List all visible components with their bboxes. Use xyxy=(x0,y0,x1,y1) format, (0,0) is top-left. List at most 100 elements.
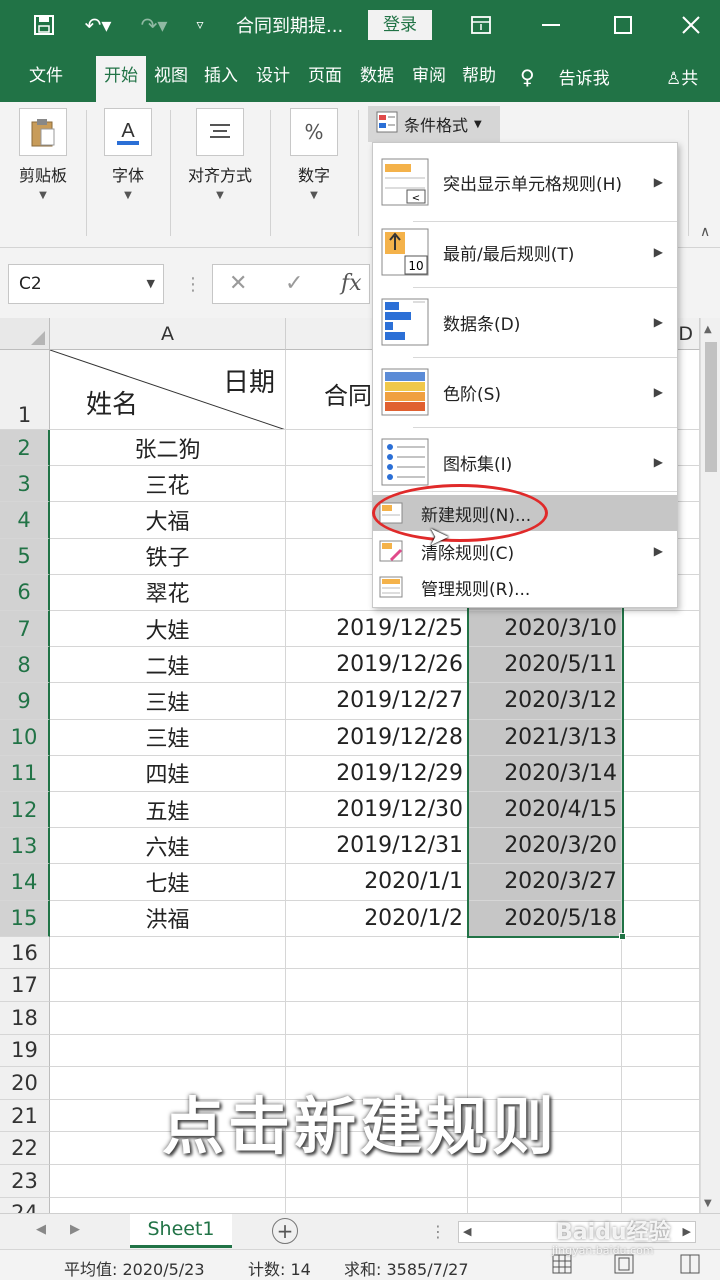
empty-cell[interactable] xyxy=(468,969,622,1002)
tab-page-layout[interactable]: 页面 xyxy=(302,62,348,102)
next-sheet-icon[interactable]: ▶ xyxy=(70,1222,80,1237)
empty-cell[interactable] xyxy=(622,1002,700,1035)
empty-cell[interactable] xyxy=(622,755,700,792)
name-cell[interactable]: 三花 xyxy=(50,466,286,503)
start-date-cell[interactable]: 2019/12/28 xyxy=(286,719,468,756)
tab-review[interactable]: 审阅 xyxy=(406,62,452,102)
empty-cell[interactable] xyxy=(622,647,700,684)
name-cell[interactable]: 张二狗 xyxy=(50,430,286,467)
row-header[interactable]: 24 xyxy=(0,1197,50,1213)
empty-cell[interactable] xyxy=(468,1034,622,1068)
empty-cell[interactable] xyxy=(622,1197,700,1213)
redo-icon[interactable]: ↷▾ xyxy=(132,10,176,40)
empty-cell[interactable] xyxy=(50,1197,286,1213)
end-date-cell[interactable]: 2020/3/10 xyxy=(468,611,622,648)
empty-cell[interactable] xyxy=(622,969,700,1002)
share-button[interactable]: ♙共 xyxy=(666,64,698,89)
fx-icon[interactable]: fx xyxy=(341,265,362,301)
start-date-cell[interactable]: 2019/12/27 xyxy=(286,683,468,720)
menu-item-data-bars[interactable]: 数据条(D) ▶ xyxy=(373,287,677,357)
tab-design[interactable]: 设计 xyxy=(250,62,296,102)
start-date-cell[interactable]: 2020/1/2 xyxy=(286,900,468,937)
name-cell[interactable]: 五娃 xyxy=(50,792,286,829)
empty-cell[interactable] xyxy=(622,936,700,970)
row-header[interactable]: 9 xyxy=(0,683,50,720)
name-cell[interactable]: 六娃 xyxy=(50,828,286,865)
row-header[interactable]: 10 xyxy=(0,719,50,756)
normal-view-icon[interactable] xyxy=(552,1254,572,1278)
collapse-ribbon-icon[interactable]: ∧ xyxy=(700,224,710,240)
empty-cell[interactable] xyxy=(50,936,286,970)
row-header[interactable]: 8 xyxy=(0,647,50,684)
start-date-cell[interactable]: 2020/1/1 xyxy=(286,864,468,901)
end-date-cell[interactable]: 2020/3/27 xyxy=(468,864,622,901)
name-cell[interactable]: 洪福 xyxy=(50,900,286,937)
empty-cell[interactable] xyxy=(468,936,622,970)
row-header[interactable]: 17 xyxy=(0,969,50,1002)
row-header[interactable]: 14 xyxy=(0,864,50,901)
scroll-right-icon[interactable]: ▶ xyxy=(683,1225,691,1238)
tab-insert[interactable]: 插入 xyxy=(198,62,244,102)
name-cell[interactable]: 三娃 xyxy=(50,719,286,756)
menu-item-icon-sets[interactable]: 图标集(I) ▶ xyxy=(373,427,677,497)
clipboard-group[interactable]: 剪贴板 ▼ xyxy=(0,102,86,248)
conditional-format-button[interactable]: 条件格式 ▼ xyxy=(368,106,500,142)
scroll-left-icon[interactable]: ◀ xyxy=(463,1225,471,1238)
tab-home[interactable]: 开始 xyxy=(96,56,146,102)
name-cell[interactable]: 铁子 xyxy=(50,538,286,575)
column-header-a[interactable]: A xyxy=(50,318,286,350)
tab-file[interactable]: 文件 xyxy=(18,62,74,102)
add-sheet-icon[interactable]: + xyxy=(272,1218,298,1244)
maximize-icon[interactable] xyxy=(610,10,636,40)
empty-cell[interactable] xyxy=(622,1034,700,1068)
menu-item-clear-rules[interactable]: 清除规则(C) ▶ xyxy=(373,533,677,569)
end-date-cell[interactable]: 2020/4/15 xyxy=(468,792,622,829)
row-header[interactable]: 15 xyxy=(0,900,50,937)
empty-cell[interactable] xyxy=(286,936,468,970)
end-date-cell[interactable]: 2020/3/12 xyxy=(468,683,622,720)
empty-cell[interactable] xyxy=(50,1034,286,1068)
name-cell[interactable]: 七娃 xyxy=(50,864,286,901)
row-header[interactable]: 13 xyxy=(0,828,50,865)
name-cell[interactable]: 翠花 xyxy=(50,574,286,611)
ribbon-display-icon[interactable] xyxy=(468,10,494,40)
menu-item-manage-rules[interactable]: 管理规则(R)... xyxy=(373,569,677,605)
scroll-up-icon[interactable]: ▲ xyxy=(704,324,712,335)
enter-icon[interactable]: ✓ xyxy=(285,265,303,301)
tab-help[interactable]: 帮助 xyxy=(456,62,502,102)
empty-cell[interactable] xyxy=(622,719,700,756)
name-cell[interactable]: 大娃 xyxy=(50,611,286,648)
cancel-icon[interactable]: ✕ xyxy=(229,265,247,301)
name-cell[interactable]: 二娃 xyxy=(50,647,286,684)
end-date-cell[interactable]: 2020/3/14 xyxy=(468,755,622,792)
row-header[interactable]: 19 xyxy=(0,1034,50,1068)
start-date-cell[interactable]: 2019/12/31 xyxy=(286,828,468,865)
row-header[interactable]: 16 xyxy=(0,936,50,970)
row-header[interactable]: 1 xyxy=(0,350,50,430)
diagonal-header-cell[interactable]: 日期 姓名 xyxy=(50,350,286,430)
empty-cell[interactable] xyxy=(622,611,700,648)
tab-data[interactable]: 数据 xyxy=(354,62,400,102)
empty-cell[interactable] xyxy=(286,1034,468,1068)
empty-cell[interactable] xyxy=(622,864,700,901)
page-layout-view-icon[interactable] xyxy=(614,1254,634,1278)
number-group[interactable]: % 数字 ▼ xyxy=(272,102,356,248)
empty-cell[interactable] xyxy=(622,683,700,720)
scroll-thumb[interactable] xyxy=(705,342,717,472)
name-cell[interactable]: 三娃 xyxy=(50,683,286,720)
end-date-cell[interactable]: 2020/5/11 xyxy=(468,647,622,684)
end-date-cell[interactable]: 2021/3/13 xyxy=(468,719,622,756)
empty-cell[interactable] xyxy=(50,1002,286,1035)
close-icon[interactable] xyxy=(678,10,704,40)
menu-item-new-rule[interactable]: 新建规则(N)... xyxy=(373,495,677,531)
start-date-cell[interactable]: 2019/12/30 xyxy=(286,792,468,829)
row-header[interactable]: 12 xyxy=(0,792,50,829)
empty-cell[interactable] xyxy=(286,969,468,1002)
start-date-cell[interactable]: 2019/12/26 xyxy=(286,647,468,684)
row-header[interactable]: 2 xyxy=(0,430,50,467)
empty-cell[interactable] xyxy=(286,1002,468,1035)
empty-cell[interactable] xyxy=(622,1165,700,1198)
fill-handle[interactable] xyxy=(619,933,626,940)
row-header[interactable]: 11 xyxy=(0,755,50,792)
login-button[interactable]: 登录 xyxy=(368,10,432,40)
